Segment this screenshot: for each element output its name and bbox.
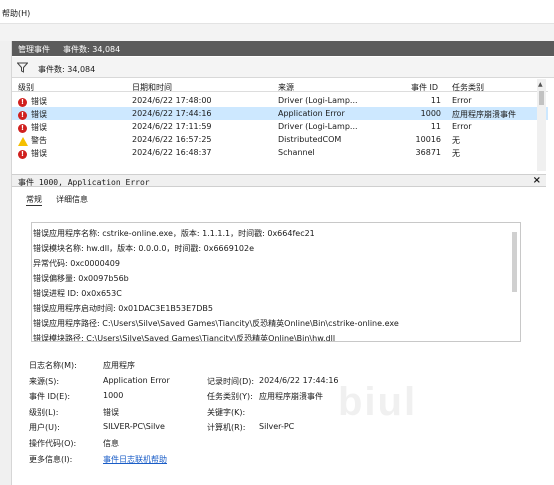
menu-help[interactable]: 帮助(H) — [2, 8, 30, 19]
online-help-link[interactable]: 事件日志联机帮助 — [103, 454, 167, 465]
detail-tabs: 常规 详细信息 — [12, 188, 546, 208]
column-header-source[interactable]: 来源 — [278, 82, 294, 93]
logged-value: 2024/6/22 17:44:16 — [259, 376, 339, 385]
more-info-label: 更多信息(I): — [29, 455, 73, 464]
event-id-label: 事件 ID(E): — [29, 392, 71, 401]
event-detail-header: 事件 1000, Application Error × — [12, 174, 546, 187]
row-date: 2024/6/22 16:48:37 — [132, 148, 212, 157]
row-date: 2024/6/22 17:11:59 — [132, 122, 212, 131]
tab-general[interactable]: 常规 — [26, 194, 42, 206]
task-category-value: 应用程序崩溃事件 — [259, 392, 323, 401]
row-event-id: 36871 — [415, 148, 441, 157]
row-source: Driver (Logi-Lamp... — [278, 96, 358, 105]
computer-label: 计算机(R): — [207, 423, 246, 432]
filter-event-count: 事件数: 34,084 — [38, 65, 96, 74]
row-event-id: 11 — [430, 96, 441, 105]
menu-bar: 帮助(H) — [0, 0, 554, 24]
event-message-box[interactable]: 错误应用程序名称: cstrike-online.exe，版本: 1.1.1.1… — [31, 222, 521, 342]
log-name-value: 应用程序 — [103, 361, 135, 370]
level-label: 级别(L): — [29, 408, 59, 417]
events-table: 级别 日期和时间 来源 事件 ID 任务类别 ! 错误 2024/6/22 17… — [12, 79, 548, 171]
log-name-label: 日志名称(M): — [29, 361, 77, 370]
filter-icon[interactable] — [16, 62, 29, 75]
row-category: 应用程序崩溃事件 — [452, 110, 516, 119]
scrollbar-thumb[interactable] — [539, 91, 544, 105]
view-title: 管理事件 — [18, 45, 50, 54]
table-row-selected[interactable]: ! 错误 2024/6/22 17:44:16 Application Erro… — [12, 107, 548, 120]
row-category: 无 — [452, 136, 460, 145]
event-id-value: 1000 — [103, 391, 124, 400]
logged-label: 记录时间(D): — [207, 377, 255, 386]
message-line: 异常代码: 0xc0000409 — [33, 259, 120, 268]
task-category-label: 任务类别(Y): — [207, 392, 253, 401]
column-header-date[interactable]: 日期和时间 — [132, 82, 172, 93]
row-date: 2024/6/22 17:48:00 — [132, 96, 212, 105]
row-level: 错误 — [31, 110, 47, 119]
message-line: 错误应用程序启动时间: 0x01DAC3E1B53E7DB5 — [33, 304, 213, 313]
row-category: 无 — [452, 149, 460, 158]
message-line: 错误偏移量: 0x0097b56b — [33, 274, 129, 283]
close-icon[interactable]: × — [533, 175, 541, 186]
row-event-id: 10016 — [415, 135, 441, 144]
row-level: 错误 — [31, 149, 47, 158]
keywords-label: 关键字(K): — [207, 408, 246, 417]
user-label: 用户(U): — [29, 423, 60, 432]
message-line: 错误应用程序路径: C:\Users\Silve\Saved Games\Tia… — [33, 319, 399, 328]
user-value: SILVER-PC\Silve — [103, 422, 165, 431]
computer-value: Silver-PC — [259, 422, 295, 431]
column-header-event-id[interactable]: 事件 ID — [411, 82, 438, 93]
toolbar-area — [0, 24, 554, 41]
row-source: Application Error — [278, 109, 345, 118]
scroll-up-icon[interactable]: ▲ — [538, 81, 543, 88]
tab-details[interactable]: 详细信息 — [56, 194, 88, 205]
table-row[interactable]: ! 错误 2024/6/22 16:48:37 Schannel 36871 无 — [12, 146, 548, 159]
row-date: 2024/6/22 17:44:16 — [132, 109, 212, 118]
watermark: biul — [338, 380, 418, 424]
row-event-id: 11 — [430, 122, 441, 131]
opcode-label: 操作代码(O): — [29, 439, 77, 448]
row-level: 错误 — [31, 97, 47, 106]
table-row[interactable]: ! 错误 2024/6/22 17:48:00 Driver (Logi-Lam… — [12, 94, 548, 107]
column-header-level[interactable]: 级别 — [18, 82, 34, 93]
row-source: Schannel — [278, 148, 315, 157]
row-source: DistributedCOM — [278, 135, 342, 144]
source-label: 来源(S): — [29, 377, 60, 386]
table-row[interactable]: ! 错误 2024/6/22 17:11:59 Driver (Logi-Lam… — [12, 120, 548, 133]
message-line: 错误进程 ID: 0x0x653C — [33, 289, 122, 298]
message-line: 错误模块路径: C:\Users\Silve\Saved Games\Tianc… — [33, 334, 336, 342]
row-category: Error — [452, 122, 472, 131]
view-event-count: 事件数: 34,084 — [63, 45, 121, 54]
navigation-pane-edge — [0, 41, 12, 485]
row-event-id: 1000 — [420, 109, 441, 118]
opcode-value: 信息 — [103, 439, 119, 448]
row-date: 2024/6/22 16:57:25 — [132, 135, 212, 144]
source-value: Application Error — [103, 376, 170, 385]
row-level: 警告 — [31, 136, 47, 145]
message-line: 错误应用程序名称: cstrike-online.exe，版本: 1.1.1.1… — [33, 229, 315, 238]
view-header: 管理事件 事件数: 34,084 — [12, 41, 554, 56]
table-row[interactable]: 警告 2024/6/22 16:57:25 DistributedCOM 100… — [12, 133, 548, 146]
row-source: Driver (Logi-Lamp... — [278, 122, 358, 131]
message-line: 错误模块名称: hw.dll，版本: 0.0.0.0，时间戳: 0x666910… — [33, 244, 255, 253]
row-level: 错误 — [31, 123, 47, 132]
message-scrollbar[interactable] — [512, 232, 517, 292]
column-header-category[interactable]: 任务类别 — [452, 82, 484, 93]
filter-bar: 事件数: 34,084 — [12, 57, 554, 78]
row-category: Error — [452, 96, 472, 105]
events-table-scrollbar[interactable]: ▲ — [537, 79, 546, 171]
level-value: 错误 — [103, 408, 119, 417]
table-header: 级别 日期和时间 来源 事件 ID 任务类别 — [12, 79, 548, 92]
event-detail-title: 事件 1000, Application Error — [18, 178, 150, 187]
event-properties: 日志名称(M): 应用程序 来源(S): Application Error 记… — [29, 356, 529, 476]
